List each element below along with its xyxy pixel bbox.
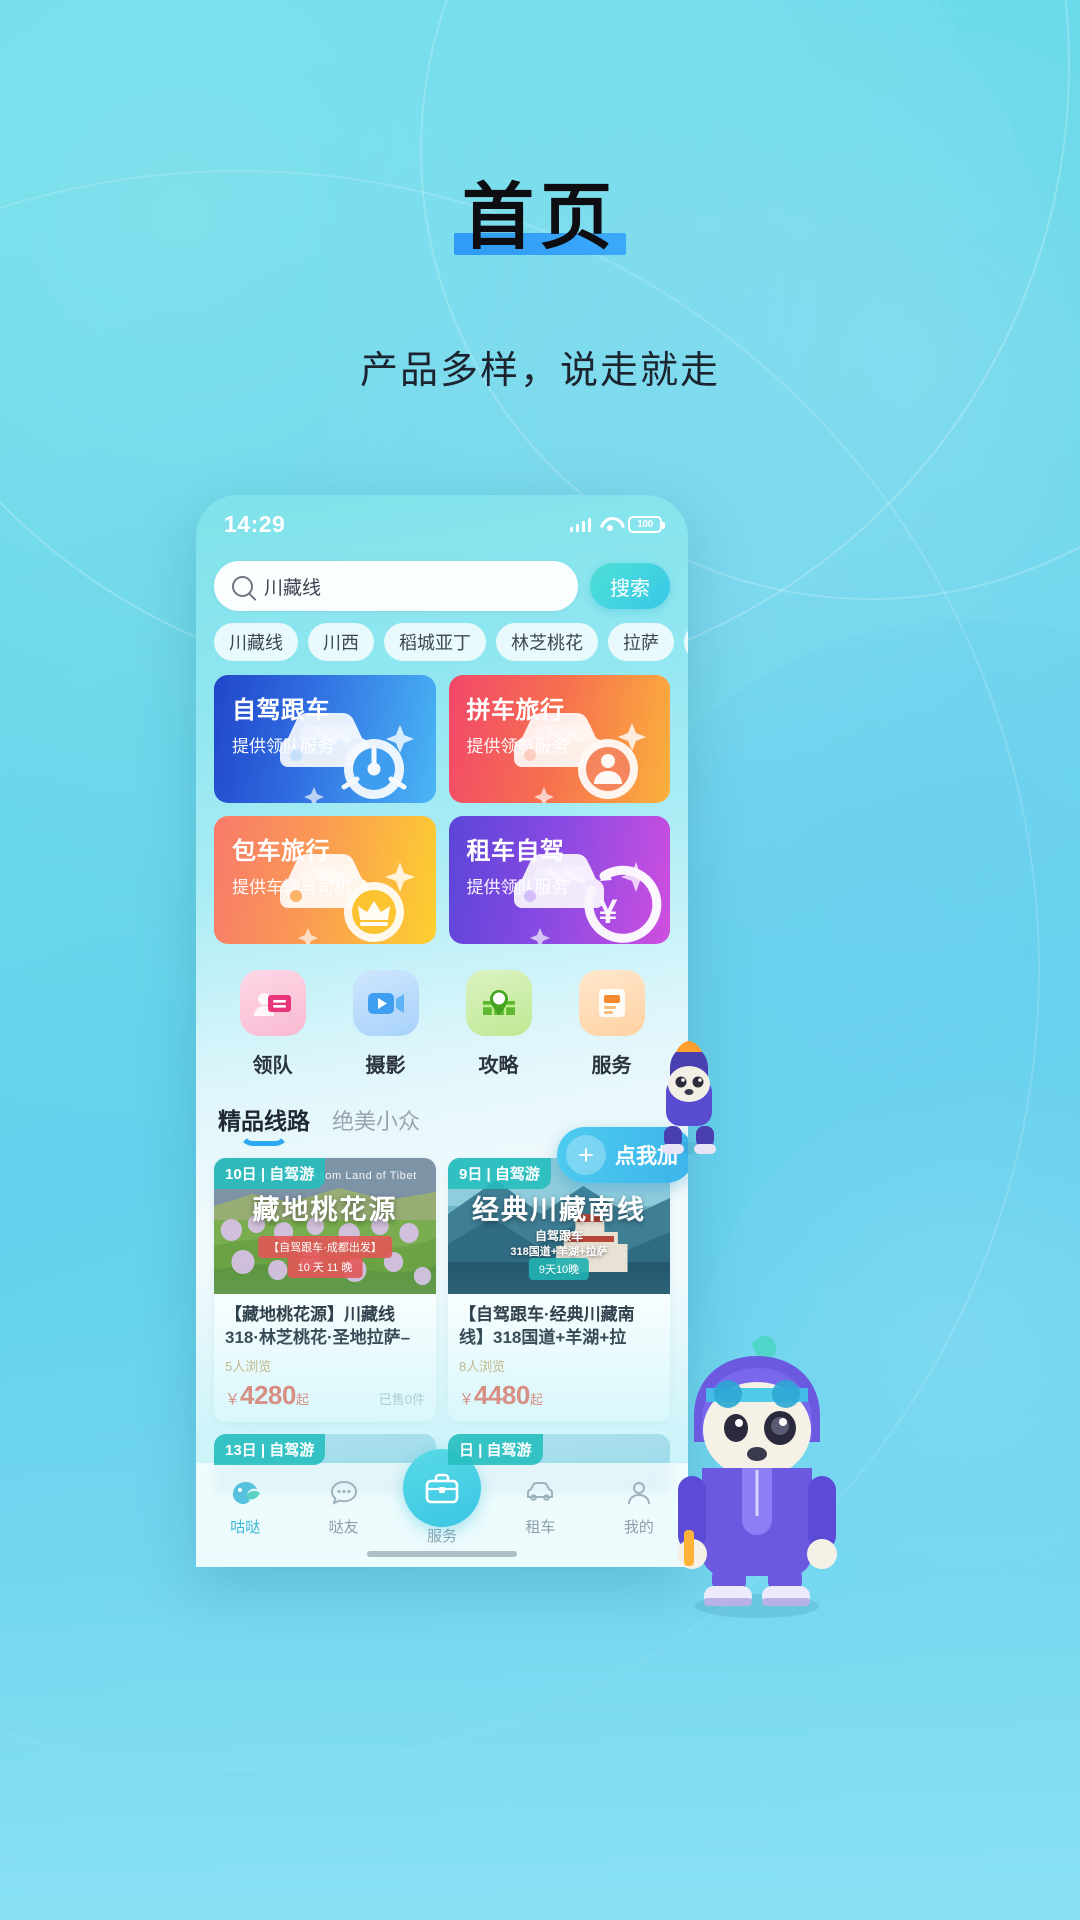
price-suffix: 起 [529,1392,543,1407]
product-badge: 日 | 自驾游 [448,1434,543,1465]
hero-subtitle: 产品多样，说走就走 [359,349,720,392]
tag-chip[interactable]: 林芝桃花 [496,623,598,661]
product-views: 8人浏览 [459,1359,506,1374]
nav-item-service[interactable]: 服务 [393,1449,491,1546]
product-title: 【藏地桃花源】川藏线318·林芝桃花·圣地拉萨–10天… [225,1305,411,1348]
battery-icon: 100 [628,515,665,533]
product-image-title: 藏地桃花源 [252,1195,398,1225]
search-button[interactable]: 搜索 [590,563,670,609]
search-input[interactable]: 川藏线 [214,561,578,611]
tag-chip[interactable]: 川藏线 [214,623,298,661]
nav-item-rental[interactable]: 租车 [491,1477,589,1537]
hero-section: 首页 产品多样，说走就走 [0,178,1080,394]
mascot-large [677,1335,837,1618]
product-image-chip1: 【自驾跟车·成都出发】 [258,1236,392,1258]
nav-label: 租车 [525,1519,556,1536]
product-image-title: 经典川藏南线 [472,1195,646,1225]
quick-icon-label: 攻略 [478,1055,519,1077]
quick-icon-row: 领队 摄影 攻略 服务 [196,944,688,1098]
product-card[interactable]: 10日 | 自驾游 The Peach Blossom Land of Tibe… [214,1158,436,1422]
car-steeringwheel-icon [277,713,414,803]
document-icon [578,970,645,1036]
car-crown-icon [277,854,415,944]
tab-niche-routes[interactable]: 绝美小众 [332,1104,420,1146]
search-value: 川藏线 [264,577,322,599]
wifi-icon [600,517,619,531]
product-sold: 已售0件 [378,1392,425,1407]
page-title: 首页 [453,178,626,259]
nav-item-friends[interactable]: 哒友 [294,1477,392,1537]
home-indicator [367,1551,517,1557]
tag-list: 川藏线 川西 稻城亚丁 林芝桃花 拉萨 新疆 [196,623,688,675]
car-yen-icon: ¥ [512,854,662,944]
product-title: 【自驾跟车·经典川藏南线】318国道+羊湖+拉萨… [459,1305,635,1348]
quick-icon-label: 领队 [252,1055,293,1077]
price-symbol: ￥ [225,1391,241,1408]
search-icon [232,575,253,597]
product-badge: 10日 | 自驾游 [214,1158,326,1189]
id-card-icon [239,970,306,1036]
nav-item-guda[interactable]: 咕哒 [196,1477,294,1537]
mascot-small [662,1041,716,1154]
car-person-icon [512,713,646,803]
tag-chip[interactable]: 新疆 [684,623,688,661]
product-views: 5人浏览 [225,1359,272,1374]
plus-icon: + [566,1135,606,1175]
service-card-self-drive[interactable]: 自驾跟车 提供领队服务 [214,675,436,803]
map-pin-icon [465,970,532,1036]
quick-icon-label: 服务 [591,1055,632,1077]
tag-chip[interactable]: 稻城亚丁 [384,623,486,661]
price-value: 4480 [474,1380,530,1410]
price-suffix: 起 [295,1392,309,1407]
product-image-chip2: 9天10晚 [528,1258,590,1280]
tag-chip[interactable]: 川西 [308,623,374,661]
product-badge: 13日 | 自驾游 [214,1434,326,1465]
status-bar: 14:29 100 [196,495,688,553]
nav-label: 哒友 [328,1519,359,1536]
bird-leaf-icon [227,1477,263,1509]
price-value: 4280 [240,1380,296,1410]
chat-bubble-icon [326,1477,362,1509]
signal-bars-icon [569,517,591,532]
price-symbol: ￥ [459,1391,475,1408]
phone-mockup: 14:29 100 川藏线 搜索 川藏线 川西 稻城亚丁 林芝桃花 拉萨 新疆 … [196,495,688,1567]
nav-label: 咕哒 [230,1519,261,1536]
product-price: ￥4480起 [459,1380,543,1411]
service-card-rental[interactable]: 租车自驾 提供领队服务 ¥ [448,816,670,944]
quick-icon-guide[interactable]: 攻略 [442,970,555,1078]
tag-chip[interactable]: 拉萨 [608,623,674,661]
quick-icon-label: 摄影 [365,1055,406,1077]
product-price: ￥4280起 [225,1380,309,1411]
service-card-grid: 自驾跟车 提供领队服务 拼车旅行 提供领航服务 [196,675,688,944]
service-card-charter[interactable]: 包车旅行 提供车辆与司机 [214,816,436,944]
page-title-text: 首页 [461,178,618,258]
product-image-chip2: 10 天 11 晚 [287,1256,363,1278]
search-row: 川藏线 搜索 [196,553,688,623]
quick-icon-photo[interactable]: 摄影 [329,970,442,1078]
service-card-carpool[interactable]: 拼车旅行 提供领航服务 [448,675,670,803]
status-time: 14:29 [224,510,286,537]
tab-premium-routes[interactable]: 精品线路 [218,1102,310,1146]
video-camera-icon [352,970,419,1036]
product-badge: 9日 | 自驾游 [448,1158,551,1189]
battery-level: 100 [637,518,653,530]
product-image: 10日 | 自驾游 The Peach Blossom Land of Tibe… [214,1158,436,1294]
svg-text:¥: ¥ [599,893,618,931]
bottom-nav: 咕哒 哒友 服务 租车 我的 [196,1449,688,1567]
quick-icon-leader[interactable]: 领队 [216,970,329,1078]
product-grid: 10日 | 自驾游 The Peach Blossom Land of Tibe… [196,1146,688,1422]
car-icon [522,1477,558,1509]
product-card[interactable]: 9日 | 自驾游 经典川藏南线 自驾跟车 318国道+羊湖+拉萨 9天10晚 【… [448,1158,670,1422]
nav-label: 服务 [427,1528,458,1545]
